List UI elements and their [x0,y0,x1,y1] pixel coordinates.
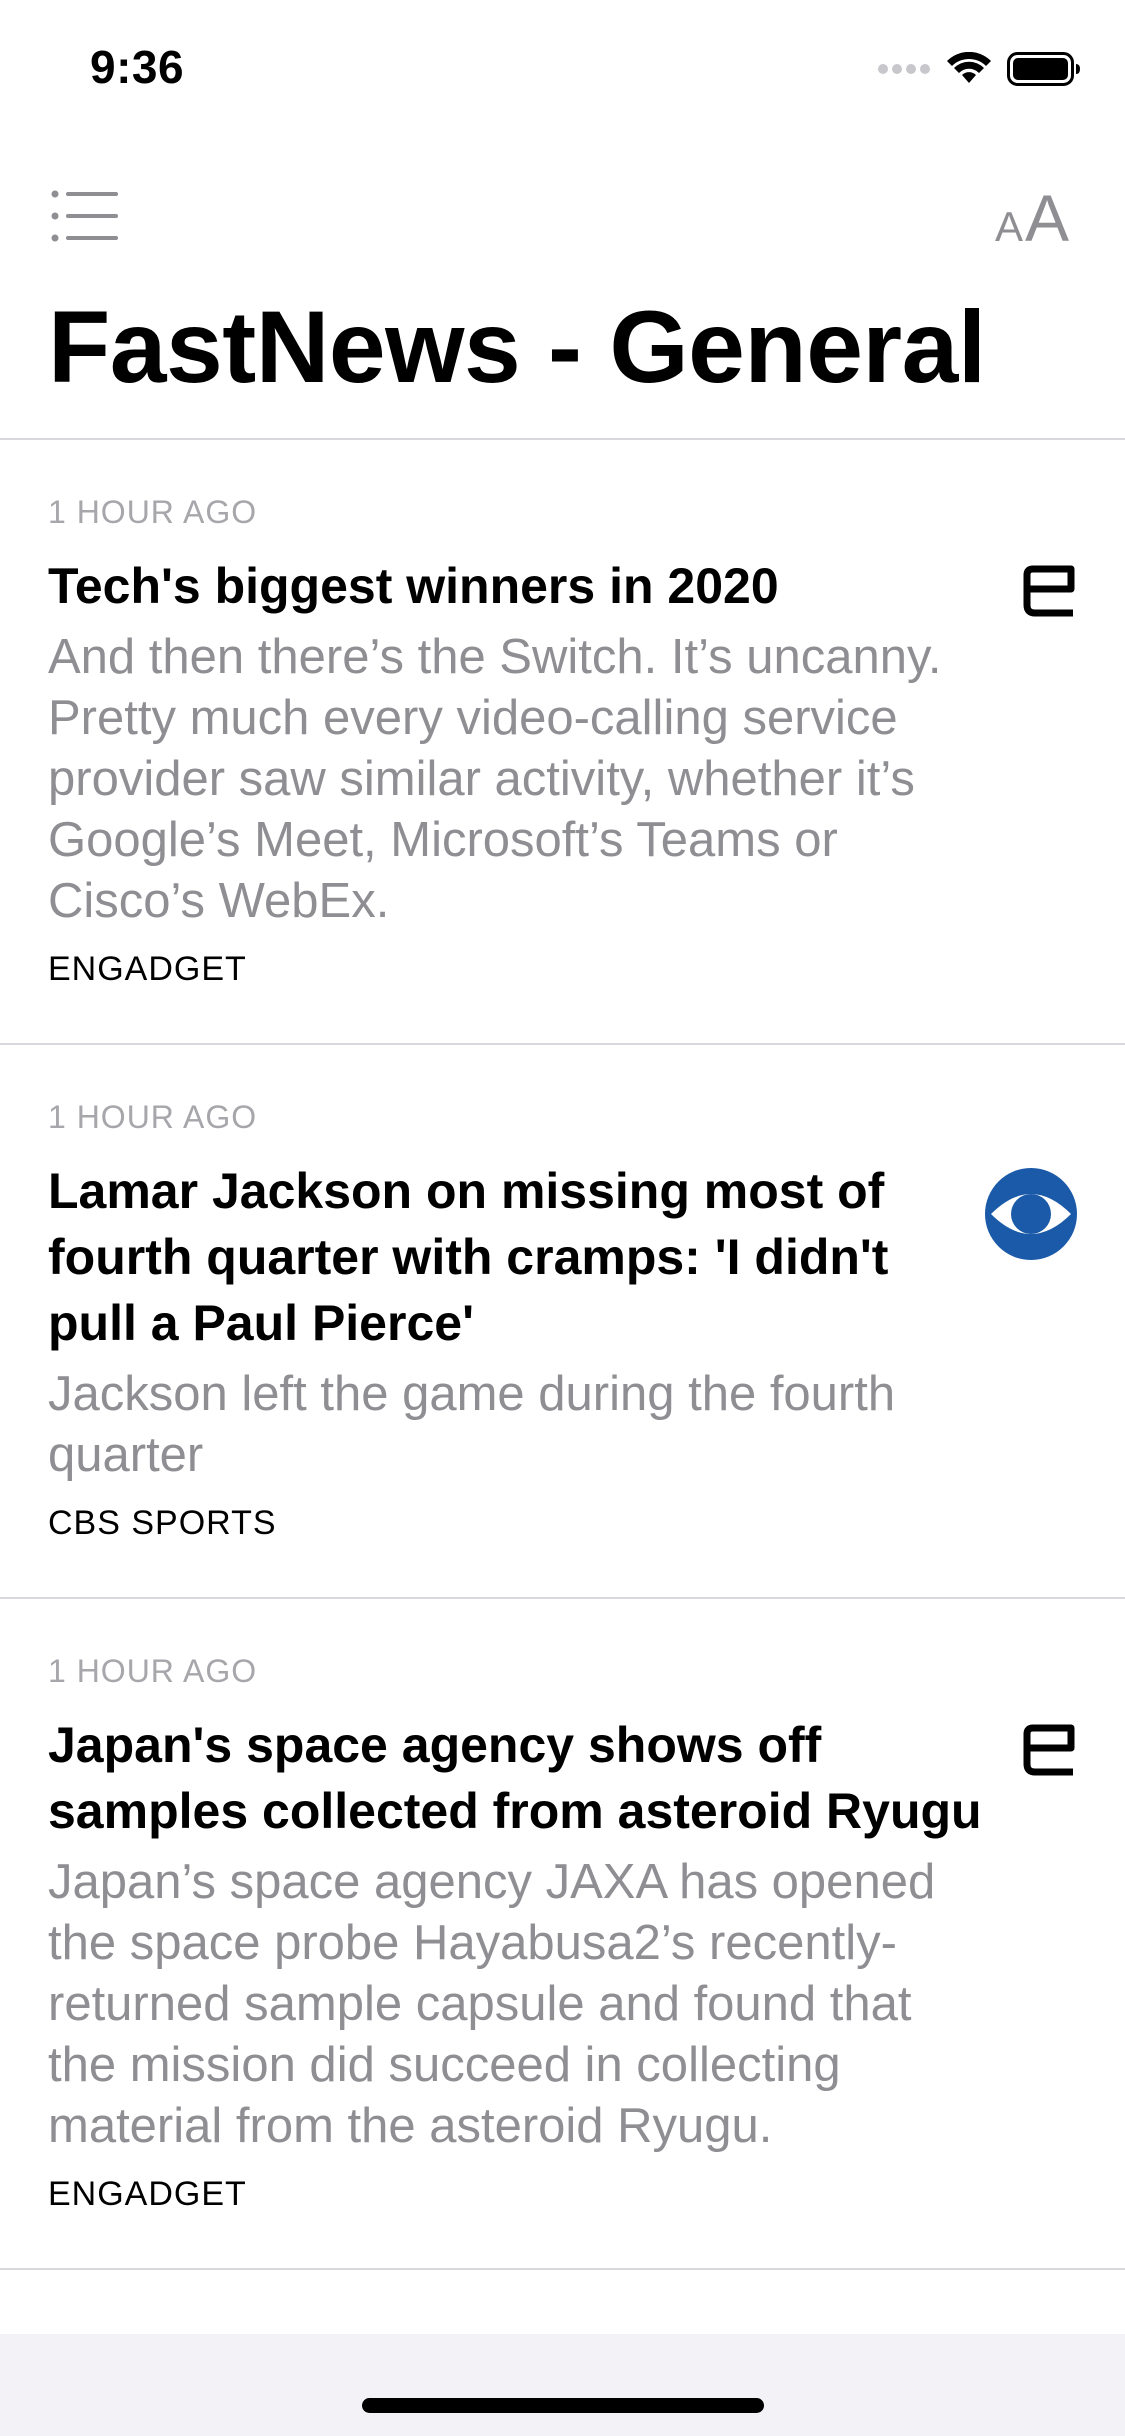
engadget-logo-icon [1021,563,1077,624]
article-text: Japan's space agency shows off samples c… [48,1712,991,2214]
menu-button[interactable] [50,188,122,244]
article-time: 1 HOUR AGO [48,1653,258,1689]
news-feed[interactable]: 1 HOUR AGO Tech's biggest winners in 202… [0,440,1125,2270]
signal-icon [878,64,930,74]
text-size-icon-small: A [995,203,1024,250]
article-row: Lamar Jackson on missing most of fourth … [48,1158,1077,1543]
article-source: CBS SPORTS [48,1504,277,1542]
cbs-eye-logo-icon [985,1168,1077,1265]
article-source: ENGADGET [48,950,247,988]
article-row: Tech's biggest winners in 2020 And then … [48,553,1077,989]
article-summary: And then there’s the Switch. It’s uncann… [48,630,942,928]
engadget-logo-icon [1021,1722,1077,1783]
home-indicator[interactable] [362,2398,764,2413]
article-time: 1 HOUR AGO [48,1099,258,1135]
status-bar: 9:36 [0,0,1125,132]
article-summary: Jackson left the game during the fourth … [48,1367,896,1482]
article-source: ENGADGET [48,2175,247,2213]
article-item[interactable]: 1 HOUR AGO Tech's biggest winners in 202… [0,440,1125,1045]
article-item[interactable]: 1 HOUR AGO Lamar Jackson on missing most… [0,1045,1125,1599]
home-indicator-area [0,2334,1125,2436]
navigation-bar: A A [0,150,1125,280]
status-icons [877,52,1081,86]
page-title: FastNews - General [48,290,986,404]
article-row: Japan's space agency shows off samples c… [48,1712,1077,2214]
article-title: Lamar Jackson on missing most of fourth … [48,1163,889,1351]
article-text: Tech's biggest winners in 2020 And then … [48,553,991,989]
battery-icon [1007,52,1080,86]
article-time: 1 HOUR AGO [48,494,258,530]
app-screen: 9:36 A A FastNews - General 1 HOUR AGO T… [0,0,1125,2436]
text-size-icon-large: A [1025,181,1070,255]
article-summary: Japan’s space agency JAXA has opened the… [48,1855,936,2153]
list-icon [51,190,118,242]
article-item[interactable]: 1 HOUR AGO Japan's space agency shows of… [0,1599,1125,2270]
article-title: Tech's biggest winners in 2020 [48,558,779,614]
text-size-button[interactable]: A A [995,180,1075,255]
status-time: 9:36 [90,41,185,93]
article-text: Lamar Jackson on missing most of fourth … [48,1158,955,1543]
article-title: Japan's space agency shows off samples c… [48,1717,982,1839]
wifi-icon [947,52,991,83]
